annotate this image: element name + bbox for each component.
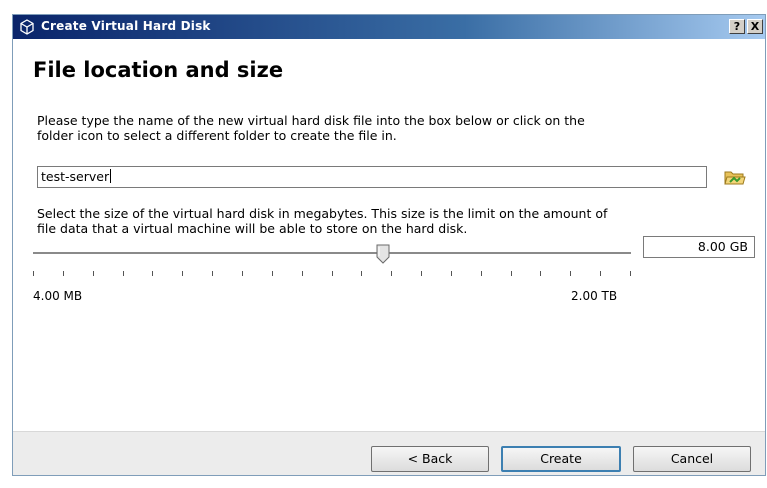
location-description-line: folder icon to select a different folder… [37,128,397,143]
slider-tick [242,271,243,276]
folder-open-icon[interactable] [724,168,746,186]
create-virtual-hard-disk-dialog: Create Virtual Hard Disk ? X File locati… [12,14,766,476]
slider-tick [630,271,631,276]
window-title: Create Virtual Hard Disk [41,19,211,33]
slider-max-label: 2.00 TB [571,289,618,303]
slider-tick [511,271,512,276]
slider-tick [152,271,153,276]
slider-tick [272,271,273,276]
size-description: Select the size of the virtual hard disk… [37,206,747,236]
slider-tick [33,271,34,276]
size-slider-track[interactable] [33,252,631,255]
slider-min-label: 4.00 MB [33,289,83,303]
slider-tick [212,271,213,276]
title-bar: Create Virtual Hard Disk ? X [13,15,765,39]
location-description: Please type the name of the new virtual … [37,113,737,143]
slider-tick [391,271,392,276]
slider-tick [361,271,362,276]
slider-tick [63,271,64,276]
slider-tick [302,271,303,276]
slider-tick [540,271,541,276]
back-button[interactable]: < Back [371,446,489,472]
slider-tick [600,271,601,276]
virtualbox-icon [19,19,35,35]
location-description-line: Please type the name of the new virtual … [37,113,585,128]
slider-tick [182,271,183,276]
create-button[interactable]: Create [501,446,621,472]
button-bar: < Back Create Cancel [13,431,765,475]
slider-tick [123,271,124,276]
file-location-value: test-server [41,169,110,184]
size-description-line: file data that a virtual machine will be… [37,221,468,236]
size-input[interactable]: 8.00 GB [643,236,755,258]
slider-tick [481,271,482,276]
slider-tick [451,271,452,276]
size-slider-ticks [33,271,631,277]
cancel-button[interactable]: Cancel [633,446,751,472]
close-button[interactable]: X [747,19,763,34]
dialog-body: File location and size Please type the n… [13,39,765,431]
help-button[interactable]: ? [729,19,745,34]
slider-tick [570,271,571,276]
page-title: File location and size [33,58,284,82]
slider-tick [421,271,422,276]
size-slider-thumb[interactable] [376,244,390,264]
text-caret [110,169,112,183]
file-location-input[interactable]: test-server [37,166,707,188]
size-description-line: Select the size of the virtual hard disk… [37,206,608,221]
slider-tick [93,271,94,276]
slider-tick [332,271,333,276]
